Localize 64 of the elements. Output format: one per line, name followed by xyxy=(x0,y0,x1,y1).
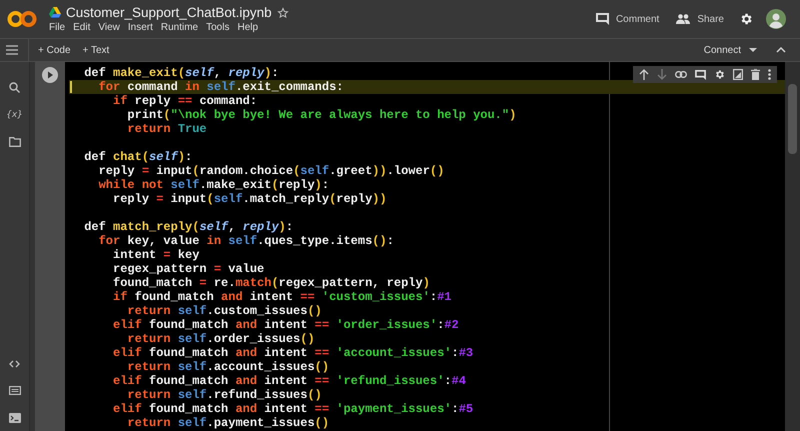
menu-item[interactable]: Edit xyxy=(73,22,90,33)
search-icon[interactable] xyxy=(9,82,20,93)
code-editor[interactable] xyxy=(65,62,785,431)
menu-item[interactable]: Insert xyxy=(128,22,153,33)
keyboard-icon[interactable] xyxy=(8,386,20,395)
settings-icon[interactable] xyxy=(714,69,725,80)
menu-item[interactable]: File xyxy=(49,22,66,33)
variables-icon[interactable]: {x} xyxy=(6,110,23,120)
logo-icon[interactable] xyxy=(7,10,37,28)
arrow-down-icon[interactable] xyxy=(657,69,667,80)
add-cell-button[interactable]: + Text xyxy=(80,42,112,58)
code-line: intent = key xyxy=(112,248,200,262)
code-line: return self.payment_issues() xyxy=(126,416,330,430)
code-line: elif found_match and intent == 'refund_issues':#4 xyxy=(112,374,466,388)
caret-icon xyxy=(749,48,757,52)
code-line: return self.account_issues() xyxy=(126,360,330,374)
code-line: reply = input(self.match_reply(reply)) xyxy=(112,192,387,206)
menu-item[interactable]: Tools xyxy=(206,22,230,33)
menu-icon[interactable] xyxy=(6,45,18,55)
arrow-up-icon[interactable] xyxy=(639,69,649,80)
code-line: elif found_match and intent == 'account_issues':#3 xyxy=(112,346,474,360)
menu-item[interactable]: View xyxy=(98,22,120,33)
comment-icon[interactable] xyxy=(695,70,706,80)
collapse-icon[interactable] xyxy=(776,47,786,53)
code-line: found_match = re.match(regex_pattern, reply) xyxy=(112,276,430,290)
code-line: elif found_match and intent == 'payment_issues':#5 xyxy=(112,402,474,416)
star-icon[interactable] xyxy=(276,6,289,18)
code-line: def match_reply(self, reply): xyxy=(84,220,294,234)
code-line: return True xyxy=(126,122,207,136)
link-icon[interactable] xyxy=(675,71,687,78)
code-line: reply = input(random.choice(self.greet)).lower() xyxy=(98,164,444,178)
add-cell-button[interactable]: + Code xyxy=(35,42,74,58)
folder-icon[interactable] xyxy=(8,137,20,147)
share-button[interactable]: Share xyxy=(674,12,726,26)
code-line: regex_pattern = value xyxy=(112,262,264,276)
comment-icon xyxy=(596,13,609,25)
code-line: while not self.make_exit(reply): xyxy=(98,178,330,192)
code-line: for command in self.exit_commands: xyxy=(98,80,344,94)
scrollbar-thumb[interactable] xyxy=(788,84,797,154)
code-line: def make_exit(self, reply): xyxy=(84,66,279,80)
code-line: if found_match and intent == 'custom_issues':#1 xyxy=(112,290,452,304)
notebook-title[interactable]: Customer_Support_ChatBot.ipynb xyxy=(66,5,272,20)
code-line: for key, value in self.ques_type.items(): xyxy=(98,234,394,248)
more-icon[interactable] xyxy=(768,69,771,80)
menu-item[interactable]: Help xyxy=(237,22,258,33)
code-line: return self.custom_issues() xyxy=(126,304,322,318)
connect-button[interactable]: Connect xyxy=(700,42,760,58)
code-line: print("\nok bye bye! We are always here to help you.") xyxy=(126,108,516,122)
code-line: elif found_match and intent == 'order_issues':#2 xyxy=(112,318,459,332)
terminal-icon[interactable] xyxy=(8,413,20,423)
mirror-cell-icon[interactable] xyxy=(733,69,743,80)
run-button[interactable] xyxy=(42,67,58,83)
avatar-icon[interactable] xyxy=(766,9,786,29)
code-line: return self.refund_issues() xyxy=(126,388,322,402)
people-icon xyxy=(676,14,690,24)
comment-button[interactable]: Comment xyxy=(594,11,662,27)
code-line: return self.order_issues() xyxy=(126,332,315,346)
code-line: if reply == command: xyxy=(112,94,258,108)
menu-item[interactable]: Runtime xyxy=(160,22,198,33)
code-line: def chat(self): xyxy=(84,150,192,164)
drive-icon xyxy=(49,7,61,18)
settings-icon[interactable] xyxy=(739,12,753,26)
trash-icon[interactable] xyxy=(751,69,760,80)
code-icon[interactable] xyxy=(9,360,20,368)
